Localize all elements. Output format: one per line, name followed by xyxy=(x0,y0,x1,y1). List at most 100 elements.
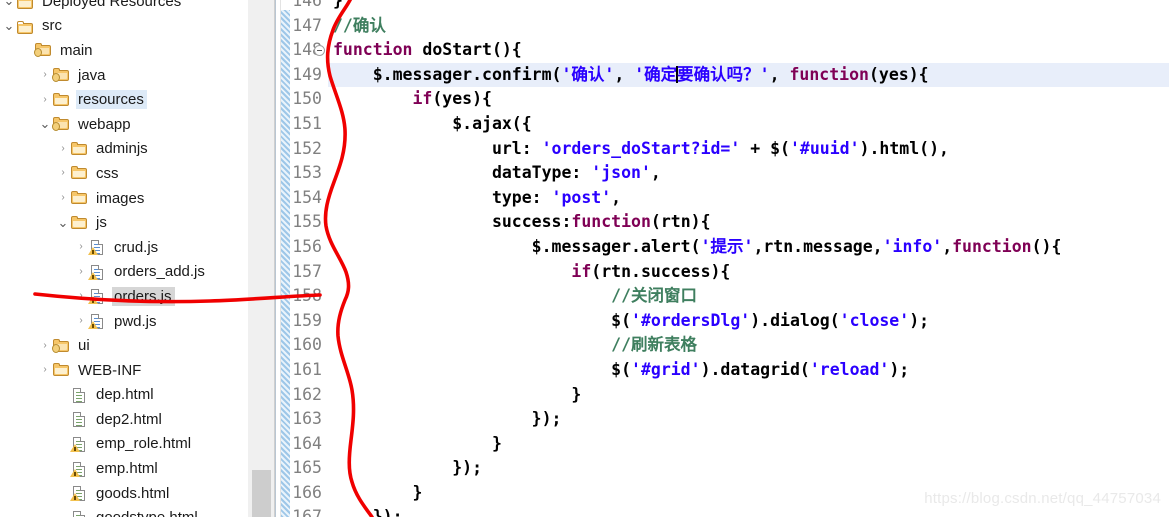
code-token: 'info' xyxy=(882,236,943,256)
chevron-right-icon[interactable]: › xyxy=(38,340,52,351)
chevron-right-icon[interactable]: › xyxy=(56,143,70,154)
scrollbar-thumb[interactable] xyxy=(252,470,271,517)
chevron-down-icon[interactable]: ⌄ xyxy=(56,216,70,229)
chevron-right-icon[interactable]: › xyxy=(74,242,88,252)
warning-overlay-icon xyxy=(70,443,80,452)
code-line[interactable]: $.messager.alert('提示',rtn.message,'info'… xyxy=(328,235,1169,260)
tree-item-label: js xyxy=(96,214,107,232)
line-number: 162 xyxy=(281,383,328,408)
code-line[interactable]: //刷新表格 xyxy=(328,333,1169,358)
code-editor[interactable]: 146 147 148 149 150 151 152 153 154 155 156 157 158 1… xyxy=(281,0,1169,517)
tree-item-deployed-resources[interactable]: ⌄ Deployed Resources xyxy=(0,0,248,14)
chevron-down-icon[interactable]: ⌄ xyxy=(38,117,52,130)
chevron-right-icon[interactable]: › xyxy=(74,291,88,301)
tree-item-orders-js[interactable]: › orders.js xyxy=(0,284,248,309)
code-line[interactable]: $.ajax({ xyxy=(328,112,1169,137)
code-line-text: }); xyxy=(328,456,482,481)
tree-item-label: css xyxy=(96,164,119,182)
code-token: (rtn.success){ xyxy=(591,261,731,281)
code-line[interactable]: $.messager.confirm('确认', '确定要确认吗？', func… xyxy=(328,62,1169,88)
code-line[interactable]: }); xyxy=(328,505,1169,517)
code-line[interactable]: }); xyxy=(328,456,1169,481)
tree-item-dep2-html[interactable]: dep2.html xyxy=(0,407,248,432)
code-line[interactable]: type: 'post', xyxy=(328,186,1169,211)
code-line-text: function doStart(){ xyxy=(328,38,522,63)
line-number-label: 151 xyxy=(292,113,322,133)
chevron-right-icon[interactable]: › xyxy=(56,193,70,203)
watermark-text: https://blog.csdn.net/qq_44757034 xyxy=(924,490,1161,507)
code-line[interactable]: $('#ordersDlg').dialog('close'); xyxy=(328,309,1169,334)
chevron-right-icon[interactable]: › xyxy=(56,168,70,178)
code-line[interactable]: function doStart(){ xyxy=(314,38,1169,63)
code-token: (yes){ xyxy=(868,64,929,84)
code-token: function xyxy=(571,212,651,232)
code-line[interactable]: }); xyxy=(328,407,1169,432)
project-explorer-panel[interactable]: ⌄ Deployed Resources ⌄ src main › java › resourc… xyxy=(0,0,248,517)
code-token: '确定 xyxy=(634,64,678,84)
code-token: $.messager.alert( xyxy=(333,236,701,256)
line-number-label: 162 xyxy=(292,384,322,404)
tree-item-css[interactable]: › css xyxy=(0,161,248,186)
line-number: 153 xyxy=(281,161,328,186)
tree-item-pwd-js[interactable]: › pwd.js xyxy=(0,309,248,334)
tree-item-main[interactable]: main xyxy=(0,38,248,63)
code-line[interactable]: dataType: 'json', xyxy=(328,161,1169,186)
line-number-label: 147 xyxy=(292,15,322,35)
chevron-down-icon[interactable]: ⌄ xyxy=(2,0,16,7)
code-token: , xyxy=(614,64,635,84)
tree-item-adminjs[interactable]: › adminjs xyxy=(0,137,248,162)
warning-overlay-icon xyxy=(88,321,98,330)
tree-item-orders-add-js[interactable]: › orders_add.js xyxy=(0,260,248,285)
code-line[interactable]: url: 'orders_doStart?id=' + $('#uuid').h… xyxy=(328,137,1169,162)
tree-item-label: orders.js xyxy=(112,286,175,306)
tree-item-js[interactable]: ⌄ js xyxy=(0,210,248,235)
chevron-right-icon[interactable]: › xyxy=(38,70,52,80)
chevron-right-icon[interactable]: › xyxy=(74,316,88,326)
code-line[interactable]: if(yes){ xyxy=(328,87,1169,112)
tree-item-emp-role-html[interactable]: emp_role.html xyxy=(0,432,248,457)
code-token: }); xyxy=(333,409,562,429)
tree-item-dep-html[interactable]: dep.html xyxy=(0,383,248,408)
line-number: 164 xyxy=(281,432,328,457)
line-number-label: 161 xyxy=(292,359,322,379)
code-token: '#uuid' xyxy=(789,138,860,158)
code-token: //确认 xyxy=(333,15,386,35)
code-token: ); xyxy=(909,310,930,330)
chevron-right-icon[interactable]: › xyxy=(38,94,52,105)
tree-item-web-inf[interactable]: › WEB-INF xyxy=(0,358,248,383)
chevron-right-icon[interactable]: › xyxy=(74,266,88,277)
tree-item-crud-js[interactable]: › crud.js xyxy=(0,235,248,260)
line-number: 149 xyxy=(281,63,328,88)
chevron-right-icon[interactable]: › xyxy=(38,365,52,375)
tree-item-goods-html[interactable]: goods.html xyxy=(0,481,248,506)
html-file-icon xyxy=(70,387,90,403)
line-number: 151 xyxy=(281,112,328,137)
code-line[interactable]: success:function(rtn){ xyxy=(328,210,1169,235)
tree-item-goodstype-html[interactable]: goodstype.html xyxy=(0,505,248,517)
code-line[interactable]: if(rtn.success){ xyxy=(328,260,1169,285)
javascript-file-icon xyxy=(88,288,108,305)
package-folder-icon xyxy=(52,67,72,83)
tree-item-java[interactable]: › java xyxy=(0,63,248,88)
code-line[interactable]: } xyxy=(328,0,1169,14)
line-number: 157 xyxy=(281,260,328,285)
tree-item-emp-html[interactable]: emp.html xyxy=(0,456,248,481)
tree-item-label: main xyxy=(60,41,93,59)
tree-item-resources[interactable]: › resources xyxy=(0,87,248,112)
code-token: '#ordersDlg' xyxy=(631,310,751,330)
line-number-ruler: 146 147 148 149 150 151 152 153 154 155 156 157 158 1… xyxy=(281,0,328,517)
code-line[interactable]: $('#grid').datagrid('reload'); xyxy=(328,358,1169,383)
code-line[interactable]: //关闭窗口 xyxy=(328,284,1169,309)
tree-item-src[interactable]: ⌄ src xyxy=(0,14,248,39)
tree-item-label: ui xyxy=(78,337,90,355)
code-line[interactable]: } xyxy=(328,432,1169,457)
code-line[interactable]: } xyxy=(328,383,1169,408)
code-token: , xyxy=(942,236,953,256)
code-text-area[interactable]: } //确认 function doStart(){ $.messager.conf… xyxy=(314,0,1169,517)
tree-item-images[interactable]: › images xyxy=(0,186,248,211)
tree-item-ui[interactable]: › ui xyxy=(0,333,248,358)
tree-item-webapp[interactable]: ⌄ webapp xyxy=(0,112,248,137)
line-number: 156 xyxy=(281,235,328,260)
code-line[interactable]: //确认 xyxy=(328,14,1169,39)
chevron-down-icon[interactable]: ⌄ xyxy=(2,19,16,32)
